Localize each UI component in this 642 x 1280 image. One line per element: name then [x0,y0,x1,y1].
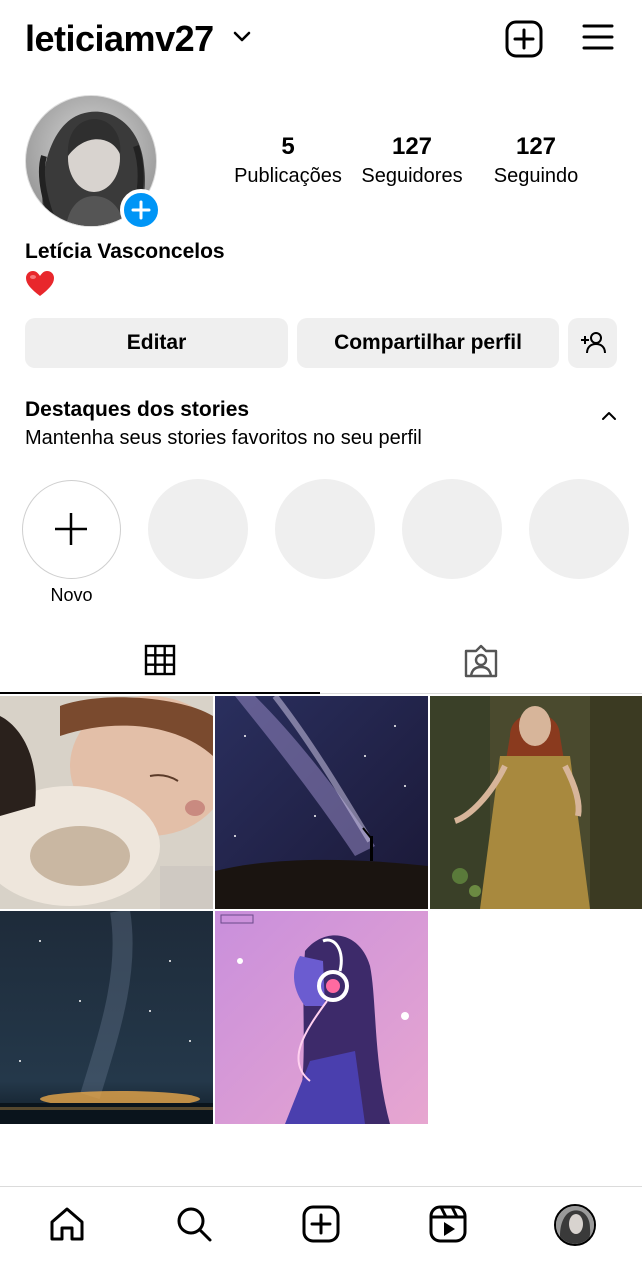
create-post-icon[interactable] [505,20,543,58]
profile-avatar-icon[interactable] [554,1204,596,1246]
post-thumbnail[interactable] [430,696,642,909]
share-profile-button[interactable]: Compartilhar perfil [297,318,559,368]
chevron-down-icon[interactable] [232,30,252,44]
discover-people-button[interactable] [568,318,617,368]
stat-following-value: 127 [515,133,557,160]
add-story-button[interactable] [120,189,162,231]
highlight-placeholder [529,479,629,579]
search-icon[interactable] [175,1205,213,1243]
milky-way-night-sky-silhouette [215,696,428,909]
heart-emoji [26,271,54,296]
post-thumbnail[interactable] [0,911,213,1124]
highlight-placeholder [275,479,375,579]
stat-following[interactable]: 127 Seguindo [471,132,601,190]
woman-in-gold-dress-forest [430,696,642,909]
starry-sky-over-water [0,911,213,1124]
edit-profile-button[interactable]: Editar [25,318,288,368]
stat-posts[interactable]: 5 Publicações [223,132,353,190]
stat-followers-value: 127 [391,133,433,160]
new-highlight-label: Novo [50,585,93,605]
woman-cuddling-cat-photo [0,696,213,909]
plus-icon [55,513,87,545]
username-title[interactable]: leticiamv27 [25,18,214,60]
post-thumbnail[interactable] [215,911,428,1124]
tab-posts-grid[interactable] [0,628,320,694]
hamburger-menu-icon[interactable] [581,22,615,52]
post-thumbnail[interactable] [0,696,213,909]
tab-tagged[interactable] [321,628,642,694]
new-highlight-button[interactable] [22,480,121,579]
home-icon[interactable] [48,1205,86,1243]
grid-icon [144,644,176,676]
bottom-navigation [0,1186,642,1280]
post-thumbnail[interactable] [215,696,428,909]
profile-photo [556,1206,594,1244]
chevron-up-icon[interactable] [600,410,618,422]
plus-square-icon[interactable] [302,1205,340,1243]
stat-following-label: Seguindo [493,165,579,187]
profile-tabs [0,628,642,694]
top-bar: leticiamv27 [0,0,642,80]
highlight-placeholder [148,479,248,579]
plus-circle-icon [131,200,151,220]
stat-posts-label: Publicações [234,165,342,187]
stat-followers[interactable]: 127 Seguidores [347,132,477,190]
stat-posts-value: 5 [281,133,295,160]
person-add-icon [580,332,606,354]
illustrated-girl-with-headphones [215,911,428,1124]
highlight-placeholder [402,479,502,579]
highlights-title: Destaques dos stories [25,398,250,421]
reels-icon[interactable] [429,1205,467,1243]
tagged-person-icon [464,644,498,678]
highlights-subtitle: Mantenha seus stories favoritos no seu p… [25,427,422,449]
stat-followers-label: Seguidores [361,165,463,187]
profile-full-name: Letícia Vasconcelos [25,240,225,263]
